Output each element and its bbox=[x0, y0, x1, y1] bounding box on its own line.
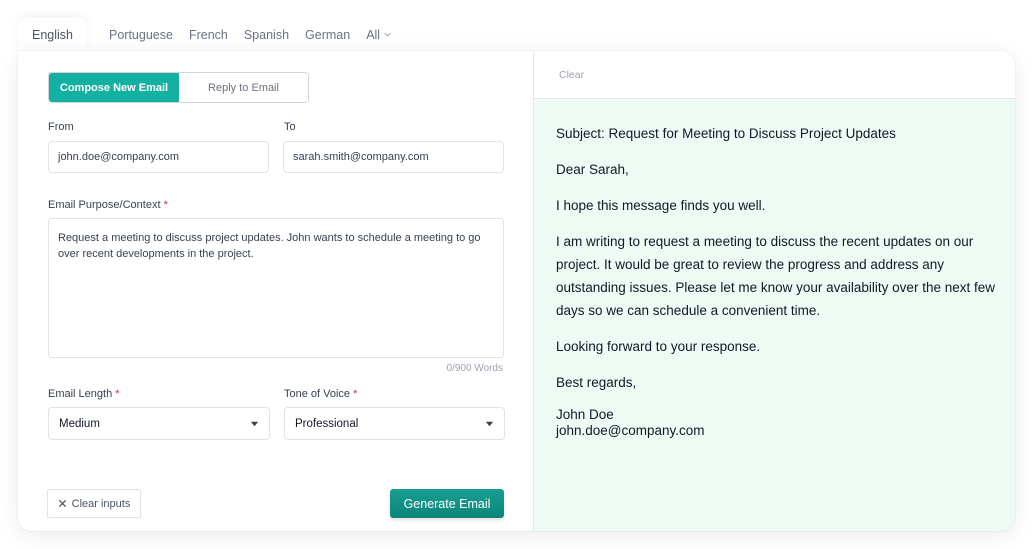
to-field[interactable]: sarah.smith@company.com bbox=[283, 141, 504, 173]
to-label: To bbox=[284, 121, 296, 133]
email-length-select[interactable]: Medium bbox=[48, 407, 270, 440]
email-signoff: Best regards, bbox=[556, 375, 637, 390]
email-opening: I hope this message finds you well. bbox=[556, 198, 766, 213]
required-asterisk: * bbox=[163, 199, 168, 211]
email-length-label-text: Email Length bbox=[48, 388, 113, 400]
email-closing: Looking forward to your response. bbox=[556, 339, 761, 354]
reply-to-email-button[interactable]: Reply to Email bbox=[179, 73, 308, 102]
email-sender-email: john.doe@company.com bbox=[556, 423, 705, 438]
tab-english[interactable]: English bbox=[18, 18, 87, 51]
tab-german[interactable]: German bbox=[297, 18, 358, 51]
chevron-down-icon bbox=[384, 32, 391, 37]
tab-spanish[interactable]: Spanish bbox=[236, 18, 297, 51]
language-tabs: English Portuguese French Spanish German… bbox=[18, 18, 400, 51]
clear-inputs-button[interactable]: Clear inputs bbox=[47, 489, 141, 518]
generated-email: Subject: Request for Meeting to Discuss … bbox=[556, 122, 1001, 439]
close-icon bbox=[58, 499, 66, 508]
tab-all-label: All bbox=[366, 27, 381, 42]
tab-portuguese[interactable]: Portuguese bbox=[101, 18, 181, 51]
email-subject: Subject: Request for Meeting to Discuss … bbox=[556, 126, 896, 141]
from-field[interactable]: john.doe@company.com bbox=[48, 141, 269, 173]
input-panel: Compose New Email Reply to Email From jo… bbox=[18, 51, 534, 531]
purpose-label-text: Email Purpose/Context bbox=[48, 199, 161, 211]
clear-output-button[interactable]: Clear bbox=[559, 69, 584, 81]
purpose-textarea[interactable]: Request a meeting to discuss project upd… bbox=[48, 218, 504, 358]
generate-email-button[interactable]: Generate Email bbox=[390, 489, 504, 518]
compose-new-email-button[interactable]: Compose New Email bbox=[49, 73, 179, 102]
caret-down-icon bbox=[250, 421, 259, 426]
word-counter: 0/900 Words bbox=[446, 363, 503, 374]
email-length-label: Email Length * bbox=[48, 388, 120, 400]
tone-of-voice-label: Tone of Voice * bbox=[284, 388, 357, 400]
email-sender-name: John Doe bbox=[556, 407, 614, 422]
tab-french[interactable]: French bbox=[181, 18, 236, 51]
mode-toggle: Compose New Email Reply to Email bbox=[48, 72, 309, 103]
caret-down-icon bbox=[485, 421, 494, 426]
email-writer-card: Compose New Email Reply to Email From jo… bbox=[18, 51, 1015, 531]
required-asterisk: * bbox=[353, 388, 358, 400]
tone-of-voice-value: Professional bbox=[295, 417, 359, 430]
tone-of-voice-label-text: Tone of Voice bbox=[284, 388, 351, 400]
tab-all-languages[interactable]: All bbox=[358, 18, 400, 51]
output-panel: Clear Subject: Request for Meeting to Di… bbox=[534, 51, 1015, 531]
output-header: Clear bbox=[534, 51, 1015, 99]
tone-of-voice-select[interactable]: Professional bbox=[284, 407, 505, 440]
required-asterisk: * bbox=[115, 388, 120, 400]
email-length-value: Medium bbox=[59, 417, 100, 430]
purpose-label: Email Purpose/Context * bbox=[48, 199, 168, 211]
clear-inputs-label: Clear inputs bbox=[71, 497, 131, 510]
from-label: From bbox=[48, 121, 74, 133]
email-body-paragraph: I am writing to request a meeting to dis… bbox=[556, 234, 995, 318]
email-greeting: Dear Sarah, bbox=[556, 162, 629, 177]
